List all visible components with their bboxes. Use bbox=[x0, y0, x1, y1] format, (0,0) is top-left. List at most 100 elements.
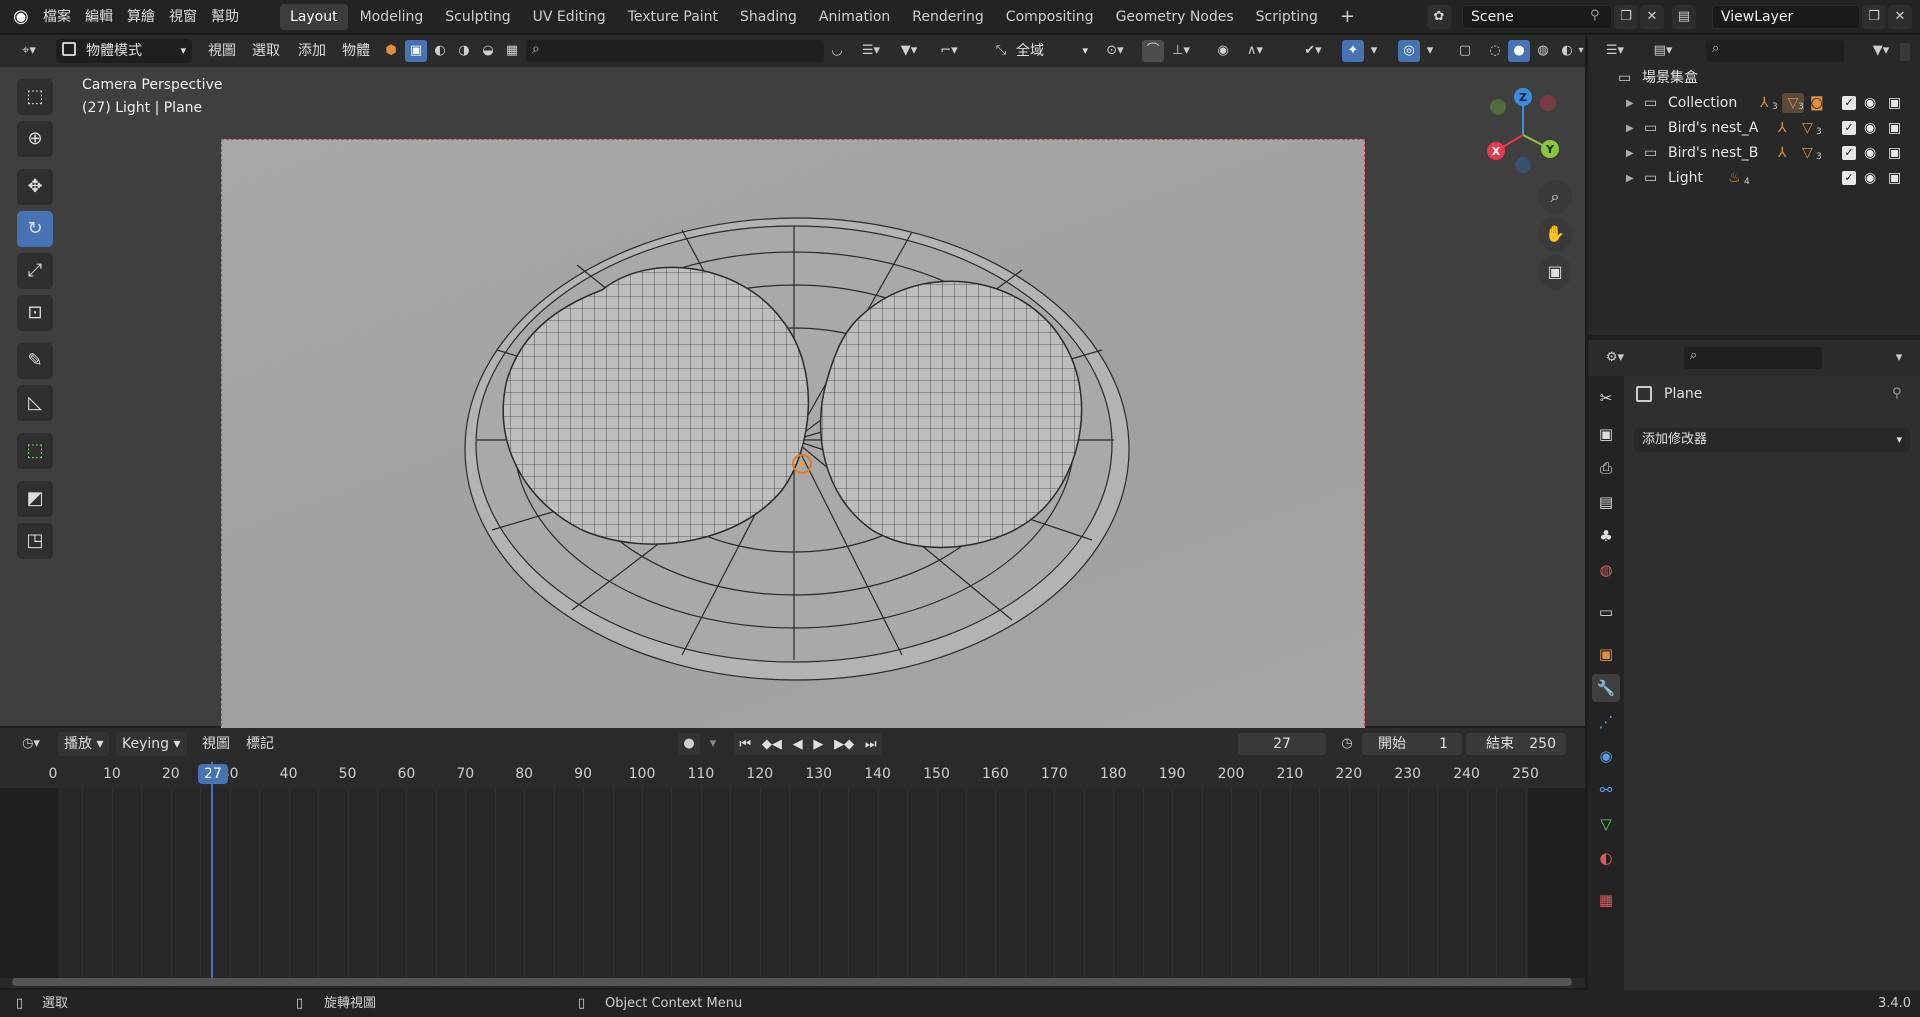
viewlayer-name-field[interactable]: ViewLayer bbox=[1712, 5, 1860, 29]
delete-viewlayer-icon[interactable]: ✕ bbox=[1888, 5, 1912, 29]
material-tab-icon[interactable]: ◐ bbox=[1592, 844, 1620, 872]
expand-arrow-icon[interactable]: ▶ bbox=[1626, 91, 1634, 116]
outliner-editor-type-icon[interactable]: ☰▾ bbox=[1598, 40, 1632, 62]
modifier-wrench-icon[interactable]: 🔧 bbox=[1592, 674, 1620, 702]
add-workspace-icon[interactable]: + bbox=[1330, 4, 1365, 30]
eye-icon[interactable]: ◉ bbox=[1864, 116, 1876, 141]
render-camera-icon[interactable]: ▣ bbox=[1888, 116, 1901, 141]
snap-target-icon[interactable]: ⌐▾ bbox=[932, 40, 966, 62]
current-frame-field[interactable]: 27 bbox=[1238, 733, 1326, 755]
camera-view-icon[interactable]: ▣ bbox=[1538, 255, 1572, 289]
mode-dropdown[interactable]: 物體模式 ▾ bbox=[56, 39, 192, 63]
filter-icon[interactable]: ▼▾ bbox=[892, 40, 926, 62]
properties-editor-type-icon[interactable]: ⚙▾ bbox=[1598, 347, 1632, 369]
select-invert-icon[interactable]: ◒ bbox=[477, 40, 499, 62]
snap-settings-icon[interactable]: ⊥▾ bbox=[1166, 40, 1196, 62]
render-camera-icon[interactable]: ▣ bbox=[1888, 91, 1901, 116]
gizmo-toggle-icon[interactable]: ✦ bbox=[1342, 40, 1364, 62]
tab-rendering[interactable]: Rendering bbox=[902, 4, 994, 30]
next-keyframe-icon[interactable]: ▶◆ bbox=[834, 737, 854, 752]
timeline-editor-type-icon[interactable]: ◷▾ bbox=[14, 733, 48, 755]
rendered-shading-icon[interactable]: ◐ bbox=[1556, 40, 1578, 62]
chevron-down-icon[interactable]: ▾ bbox=[1366, 40, 1382, 62]
prev-keyframe-icon[interactable]: ◆◀ bbox=[762, 737, 782, 752]
render-camera-icon[interactable]: ▣ bbox=[1888, 166, 1901, 191]
menu-file[interactable]: 檔案 bbox=[36, 0, 78, 34]
menu-window[interactable]: 視窗 bbox=[162, 0, 204, 34]
select-intersect-icon[interactable]: ▦ bbox=[501, 40, 523, 62]
viewlayer-selector-icon[interactable]: ▤ bbox=[1672, 5, 1696, 29]
outliner-search-input[interactable]: ⌕ bbox=[1706, 40, 1844, 62]
annotate-tool-icon[interactable]: ✎ bbox=[17, 343, 53, 379]
menu-help[interactable]: 幫助 bbox=[204, 0, 246, 34]
scene-selector-icon[interactable]: ✿ bbox=[1427, 5, 1451, 29]
menu-keying[interactable]: Keying ▾ bbox=[116, 732, 187, 756]
display-mode-icon[interactable]: ▤▾ bbox=[1646, 40, 1680, 62]
pan-hand-icon[interactable]: ✋ bbox=[1538, 217, 1572, 251]
cursor-tool-icon[interactable]: ⊕ bbox=[17, 121, 53, 157]
transform-tool-icon[interactable]: ⊡ bbox=[17, 295, 53, 331]
jump-start-icon[interactable]: ⏮ bbox=[739, 737, 751, 752]
transform-orientation-dropdown[interactable]: 全域 ▾ bbox=[1016, 40, 1088, 62]
constraints-tab-icon[interactable]: ⚯ bbox=[1592, 776, 1620, 804]
select-extend-icon[interactable]: ◐ bbox=[429, 40, 451, 62]
output-tab-icon[interactable]: ⎙ bbox=[1592, 454, 1620, 482]
visibility-icon[interactable]: ✔▾ bbox=[1296, 40, 1330, 62]
measure-tool-icon[interactable]: ◺ bbox=[17, 385, 53, 421]
timeline-keyframe-area[interactable] bbox=[0, 762, 1585, 988]
chevron-down-icon[interactable]: ▾ bbox=[1576, 40, 1586, 62]
data-tab-icon[interactable]: ▽ bbox=[1592, 810, 1620, 838]
play-icon[interactable]: ▶ bbox=[813, 737, 823, 752]
jump-end-icon[interactable]: ⏭ bbox=[865, 737, 877, 752]
tab-texture-paint[interactable]: Texture Paint bbox=[618, 4, 728, 30]
falloff-icon[interactable]: ∧▾ bbox=[1238, 40, 1272, 62]
playhead-line[interactable] bbox=[211, 762, 213, 978]
move-tool-icon[interactable]: ✥ bbox=[17, 169, 53, 205]
physics-tab-icon[interactable]: ◉ bbox=[1592, 742, 1620, 770]
menu-edit[interactable]: 編輯 bbox=[78, 0, 120, 34]
timeline-scrollbar[interactable] bbox=[12, 978, 1572, 986]
exclude-checkbox[interactable]: ✓ bbox=[1842, 146, 1856, 160]
stopwatch-icon[interactable]: ◷ bbox=[1336, 733, 1358, 755]
wireframe-shading-icon[interactable]: ◌ bbox=[1484, 40, 1506, 62]
object-tab-icon[interactable]: ▣ bbox=[1592, 640, 1620, 668]
exclude-checkbox[interactable]: ✓ bbox=[1842, 171, 1856, 185]
tab-scripting[interactable]: Scripting bbox=[1246, 4, 1328, 30]
hierarchy-icon[interactable]: ☰▾ bbox=[854, 40, 888, 62]
properties-search-input[interactable]: ⌕ bbox=[1684, 347, 1822, 369]
scene-tab-icon[interactable]: ♣ bbox=[1592, 522, 1620, 550]
eye-icon[interactable]: ◉ bbox=[1864, 91, 1876, 116]
outliner-row[interactable]: ▶ ▭ Collection ⅄ 3 ▽ 3 ◙ ✓ ◉ ▣ bbox=[1588, 91, 1920, 116]
blender-logo-icon[interactable]: ◉ bbox=[10, 6, 32, 28]
tab-geometry-nodes[interactable]: Geometry Nodes bbox=[1106, 4, 1244, 30]
end-frame-field[interactable]: 結束 250 bbox=[1466, 733, 1566, 755]
select-subtract-icon[interactable]: ◑ bbox=[453, 40, 475, 62]
playhead-frame-badge[interactable]: 27 bbox=[198, 764, 228, 784]
start-frame-field[interactable]: 開始 1 bbox=[1362, 733, 1462, 755]
tab-modeling[interactable]: Modeling bbox=[350, 4, 434, 30]
exclude-checkbox[interactable]: ✓ bbox=[1842, 96, 1856, 110]
editor-type-icon[interactable]: ⌖▾ bbox=[12, 40, 46, 62]
xray-toggle-icon[interactable]: ▢ bbox=[1454, 40, 1476, 62]
record-icon[interactable]: ● bbox=[678, 733, 700, 755]
neg-y-axis-handle[interactable] bbox=[1490, 99, 1506, 115]
chevron-down-icon[interactable]: ▾ bbox=[1888, 347, 1910, 369]
tab-compositing[interactable]: Compositing bbox=[996, 4, 1104, 30]
tab-sculpting[interactable]: Sculpting bbox=[435, 4, 520, 30]
overlay-toggle-icon[interactable]: ◎ bbox=[1398, 40, 1420, 62]
tab-uv-editing[interactable]: UV Editing bbox=[523, 4, 616, 30]
outliner-collapse-handle[interactable] bbox=[1900, 43, 1910, 61]
add-modifier-dropdown[interactable]: 添加修改器 ▾ bbox=[1634, 428, 1910, 452]
snap-toggle-icon[interactable]: ⌒ bbox=[1142, 40, 1164, 62]
delete-scene-icon[interactable]: ✕ bbox=[1640, 5, 1664, 29]
exclude-checkbox[interactable]: ✓ bbox=[1842, 121, 1856, 135]
expand-arrow-icon[interactable]: ▶ bbox=[1626, 141, 1634, 166]
neg-z-axis-handle[interactable] bbox=[1515, 157, 1531, 173]
view-layer-tab-icon[interactable]: ▤ bbox=[1592, 488, 1620, 516]
scale-tool-icon[interactable]: ⤢ bbox=[17, 253, 53, 289]
shear-tool-icon[interactable]: ◩ bbox=[17, 481, 53, 517]
select-box-icon[interactable]: ▣ bbox=[405, 40, 427, 62]
timeline-ruler[interactable]: 0 10 20 30 40 50 60 70 80 90 100 110 120 130 140 150 160… bbox=[0, 762, 1585, 788]
tool-tab-icon[interactable]: ✂ bbox=[1592, 384, 1620, 412]
transform-orientation-icon[interactable]: ⤡ bbox=[990, 40, 1012, 62]
